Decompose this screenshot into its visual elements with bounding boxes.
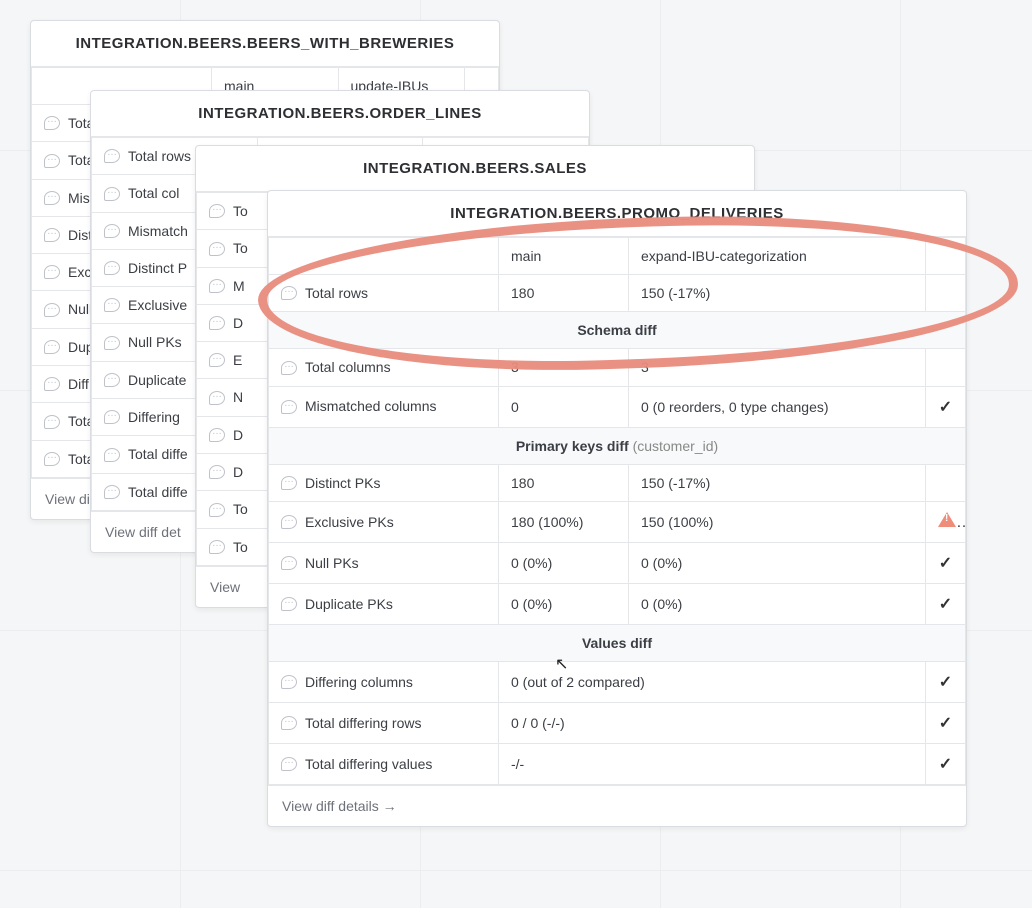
comment-icon[interactable] (104, 187, 120, 201)
row-total-rows: Total rows 180 150 (-17%) (269, 275, 966, 312)
view-diff-link[interactable]: View diff details → (268, 785, 966, 826)
comment-icon[interactable] (104, 485, 120, 499)
comment-icon[interactable] (209, 428, 225, 442)
row-total-columns: Total columns 3 3 (269, 349, 966, 386)
comment-icon[interactable] (44, 191, 60, 205)
comment-icon[interactable] (104, 336, 120, 350)
card-title: INTEGRATION.BEERS.ORDER_LINES (91, 91, 589, 137)
header-row: main expand-IBU-categorization (269, 238, 966, 275)
comment-icon[interactable] (104, 298, 120, 312)
card-title: INTEGRATION.BEERS.SALES (196, 146, 754, 192)
diff-card-promo-deliveries: INTEGRATION.BEERS.PROMO_DELIVERIES main … (267, 190, 967, 827)
comment-icon[interactable] (104, 410, 120, 424)
comment-icon[interactable] (44, 415, 60, 429)
comment-icon[interactable] (44, 228, 60, 242)
section-pk: Primary keys diff (customer_id) (269, 427, 966, 464)
comment-icon[interactable] (104, 448, 120, 462)
check-icon (939, 399, 952, 416)
row-mismatched-columns: Mismatched columns 0 0 (0 reorders, 0 ty… (269, 386, 966, 427)
comment-icon[interactable] (44, 303, 60, 317)
row-null-pks: Null PKs 0 (0%) 0 (0%) (269, 542, 966, 583)
comment-icon[interactable] (209, 204, 225, 218)
comment-icon[interactable] (104, 373, 120, 387)
card-title: INTEGRATION.BEERS.BEERS_WITH_BREWERIES (31, 21, 499, 67)
diff-table: main expand-IBU-categorization Total row… (268, 237, 966, 785)
comment-icon[interactable] (281, 757, 297, 771)
check-icon (939, 756, 952, 773)
row-differing-values: Total differing values -/- (269, 743, 966, 784)
section-schema: Schema diff (269, 312, 966, 349)
comment-icon[interactable] (281, 400, 297, 414)
comment-icon[interactable] (281, 476, 297, 490)
comment-icon[interactable] (104, 224, 120, 238)
comment-icon[interactable] (281, 515, 297, 529)
card-title: INTEGRATION.BEERS.PROMO_DELIVERIES (268, 191, 966, 237)
row-differing-columns: Differing columns 0 (out of 2 compared) (269, 661, 966, 702)
comment-icon[interactable] (281, 597, 297, 611)
comment-icon[interactable] (281, 361, 297, 375)
comment-icon[interactable] (209, 391, 225, 405)
comment-icon[interactable] (281, 716, 297, 730)
row-exclusive-pks: Exclusive PKs 180 (100%) 150 (100%) (269, 501, 966, 542)
comment-icon[interactable] (44, 377, 60, 391)
comment-icon[interactable] (209, 540, 225, 554)
row-differing-rows: Total differing rows 0 / 0 (-/-) (269, 702, 966, 743)
comment-icon[interactable] (44, 340, 60, 354)
row-duplicate-pks: Duplicate PKs 0 (0%) 0 (0%) (269, 583, 966, 624)
cursor-icon: ↖ (555, 654, 568, 674)
comment-icon[interactable] (44, 154, 60, 168)
check-icon (939, 596, 952, 613)
comment-icon[interactable] (44, 265, 60, 279)
warning-icon (938, 512, 956, 527)
comment-icon[interactable] (209, 242, 225, 256)
comment-icon[interactable] (104, 149, 120, 163)
row-distinct-pks: Distinct PKs 180 150 (-17%) (269, 464, 966, 501)
comment-icon[interactable] (104, 261, 120, 275)
comment-icon[interactable] (209, 316, 225, 330)
comment-icon[interactable] (209, 279, 225, 293)
check-icon (939, 715, 952, 732)
check-icon (939, 674, 952, 691)
comment-icon[interactable] (209, 353, 225, 367)
comment-icon[interactable] (281, 556, 297, 570)
comment-icon[interactable] (281, 675, 297, 689)
section-values: Values diff (269, 624, 966, 661)
col-main: main (499, 238, 629, 275)
comment-icon[interactable] (281, 286, 297, 300)
check-icon (939, 555, 952, 572)
comment-icon[interactable] (44, 116, 60, 130)
col-branch: expand-IBU-categorization (629, 238, 926, 275)
comment-icon[interactable] (209, 503, 225, 517)
comment-icon[interactable] (44, 452, 60, 466)
comment-icon[interactable] (209, 465, 225, 479)
